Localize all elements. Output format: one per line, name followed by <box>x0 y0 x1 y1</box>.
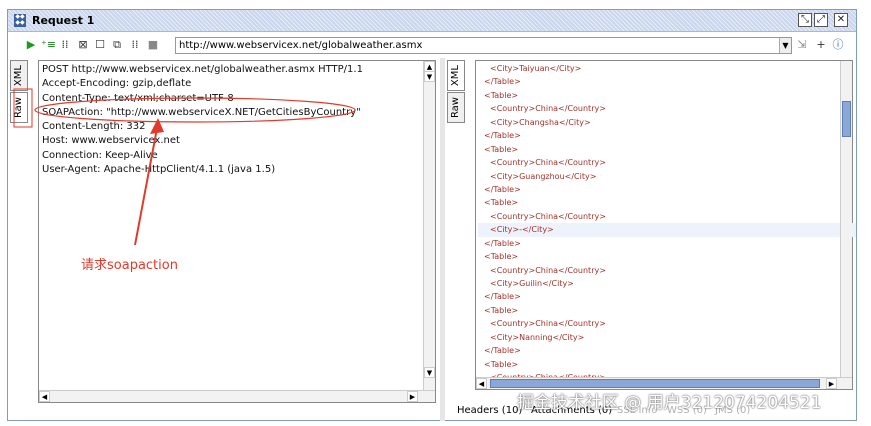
xml-response-line: <City>Nanning</City> <box>490 332 585 342</box>
xml-response-line: <Country>China</Country> <box>490 158 606 168</box>
add-assertion-icon[interactable]: ⁺≡ <box>41 38 56 52</box>
xml-response-line: <City>Guilin</City> <box>490 279 574 288</box>
tab-xml-label: XML <box>450 65 461 87</box>
scroll-left-icon[interactable]: ◀ <box>476 378 487 389</box>
scrollbar-thumb[interactable] <box>842 101 851 137</box>
stop-icon[interactable]: ■ <box>146 38 160 52</box>
raw-request-line: Host: www.webservicex.net <box>42 135 180 147</box>
copy-icon[interactable]: ⧉ <box>110 38 124 52</box>
response-pane: XML Raw <City>Taiyuan</City> </Table> <Tab… <box>445 58 856 421</box>
restore-icon[interactable]: ⤡ <box>798 13 812 27</box>
tab-raw-label: Raw <box>450 97 461 119</box>
chevron-down-icon[interactable]: ▼ <box>779 38 791 53</box>
tab-raw[interactable]: Raw <box>10 92 28 124</box>
xml-response-line: <Table> <box>484 90 519 100</box>
tab-raw[interactable]: Raw <box>447 92 465 124</box>
xml-response-line: <Table> <box>484 359 519 369</box>
request-view-tabs: XML Raw <box>10 60 32 124</box>
request-window: ◆◆ ◆◆ Request 1 ⤡ ⤢ ✕ ▶ ⁺≡ ⁞⁞ ⊠ ☐ ⧉ ⁞⁞ ■ … <box>7 9 857 421</box>
xml-response-editor[interactable]: <City>Taiyuan</City> </Table> <Table> <Coun… <box>475 60 856 390</box>
xml-response-line: </Table> <box>484 346 521 356</box>
maximize-icon[interactable]: ⤢ <box>814 13 828 27</box>
xml-response-line: <City>Guangzhou</City> <box>490 171 597 181</box>
tab-headers[interactable]: Headers (10) <box>457 404 522 418</box>
help-icon[interactable]: ⓘ <box>831 38 845 52</box>
xml-response-line: <Country>China</Country> <box>490 211 606 221</box>
request-vertical-scrollbar[interactable]: ▲ ▼ ▼ <box>423 61 435 402</box>
annotation-label: 请求soapaction <box>81 258 178 273</box>
edit-endpoint-icon[interactable]: ⇲ <box>795 38 809 52</box>
scroll-right-icon[interactable]: ▶ <box>826 378 837 389</box>
raw-request-line: POST http://www.webservicex.net/globalwe… <box>42 64 363 75</box>
tab-raw-label: Raw <box>13 97 24 119</box>
xml-response-line: </Table> <box>484 131 521 141</box>
clone-icon[interactable]: ☐ <box>93 38 107 52</box>
close-icon[interactable]: ✕ <box>834 13 848 27</box>
xml-response-line: <Table> <box>484 198 519 208</box>
add-endpoint-icon[interactable]: + <box>814 38 828 52</box>
raw-request-line: User-Agent: Apache-HttpClient/4.1.1 (jav… <box>42 164 276 176</box>
raw-request-lines: POST http://www.webservicex.net/globalwe… <box>42 63 420 177</box>
raw-request-line: Content-Length: 332 <box>42 121 146 133</box>
xml-response-line: <Country>China</Country> <box>490 104 606 114</box>
xml-response-line: <Table> <box>484 144 519 154</box>
scroll-left-icon[interactable]: ◀ <box>39 391 50 402</box>
scrollbar-thumb[interactable] <box>490 379 820 388</box>
tab-xml[interactable]: XML <box>10 60 28 92</box>
xml-response-line: </Table> <box>484 292 521 302</box>
endpoint-url-value: http://www.webservicex.net/globalweather… <box>179 40 423 51</box>
xml-response-line: <Country>China</Country> <box>490 265 606 275</box>
tab-xml[interactable]: XML <box>447 60 465 92</box>
request-horizontal-scrollbar[interactable]: ◀ ▶ <box>39 390 435 402</box>
settings-icon[interactable]: ⁞⁞ <box>128 38 142 52</box>
raw-request-editor[interactable]: POST http://www.webservicex.net/globalwe… <box>38 60 436 403</box>
xml-response-line: </Table> <box>484 238 521 248</box>
title-bar: ◆◆ ◆◆ Request 1 ⤡ ⤢ ✕ <box>8 10 856 32</box>
create-empty-icon[interactable]: ⊠ <box>76 38 90 52</box>
raw-request-line: SOAPAction: "http://www.webserviceX.NET/… <box>42 106 361 118</box>
raw-request-line: Content-Type: text/xml;charset=UTF-8 <box>42 92 234 104</box>
xml-response-line: <City>Taiyuan</City> <box>490 64 582 73</box>
xml-response-line: <Table> <box>484 305 519 315</box>
endpoint-url-field[interactable]: http://www.webservicex.net/globalweather… <box>175 37 792 54</box>
ws-a-icon[interactable]: ⁞⁞ <box>58 38 72 52</box>
soap-request-icon: ◆◆ ◆◆ <box>14 13 26 27</box>
xml-response-line: <Table> <box>484 252 519 262</box>
run-icon[interactable]: ▶ <box>24 38 38 52</box>
scroll-down-icon[interactable]: ▼ <box>424 71 435 82</box>
watermark: 掘金技术社区 @ 用户3212074204521 <box>517 393 822 413</box>
raw-request-line: Accept-Encoding: gzip,deflate <box>42 78 192 90</box>
scroll-down-icon[interactable]: ▼ <box>424 367 435 378</box>
xml-response-line: <City>Changsha</City> <box>490 117 591 127</box>
window-title: Request 1 <box>32 14 95 27</box>
request-pane: XML Raw POST http://www.webservicex.net/… <box>8 58 440 421</box>
scroll-right-icon[interactable]: ▶ <box>407 391 418 402</box>
raw-request-line: Connection: Keep-Alive <box>42 149 158 161</box>
xml-response-lines: <City>Taiyuan</City> </Table> <Table> <Coun… <box>478 62 856 385</box>
response-view-tabs: XML Raw <box>447 60 469 124</box>
xml-response-line: </Table> <box>484 184 521 194</box>
toolbar: ▶ ⁺≡ ⁞⁞ ⊠ ☐ ⧉ ⁞⁞ ■ http://www.webservice… <box>8 33 856 57</box>
xml-response-line: <City>-</City> <box>478 223 856 237</box>
xml-response-line: </Table> <box>484 77 521 87</box>
response-vertical-scrollbar[interactable] <box>840 61 852 389</box>
xml-response-line: <Country>China</Country> <box>490 319 606 329</box>
tab-xml-label: XML <box>13 65 24 87</box>
